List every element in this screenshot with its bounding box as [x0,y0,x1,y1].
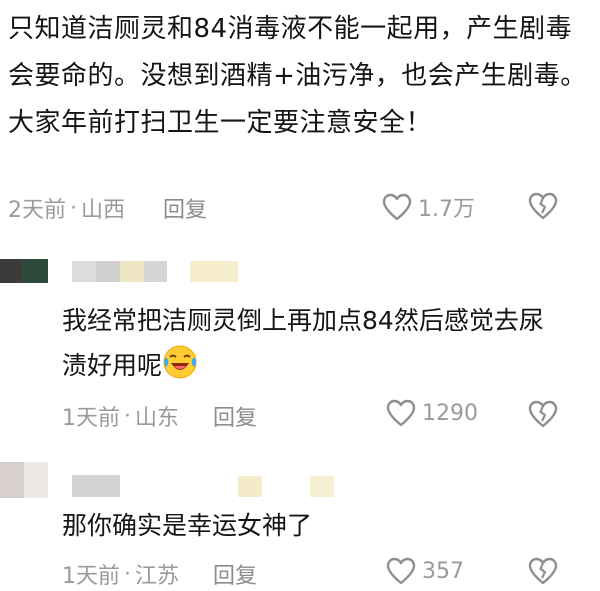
like-count: 1.7万 [418,197,475,222]
reply-location: 山东 [135,406,180,431]
username-mosaic[interactable] [72,261,167,282]
reply-text: 那你确实是幸运女神了 [62,503,562,548]
like-button[interactable]: 1290 [386,399,478,427]
user-badge [238,476,334,497]
avatar[interactable] [0,259,48,283]
dislike-button[interactable] [528,400,558,432]
broken-heart-icon [528,192,558,220]
dislike-button[interactable] [528,557,558,589]
username-mosaic[interactable] [72,475,120,497]
meta-separator: · [124,403,131,429]
like-count: 1290 [422,400,478,426]
reply-time: 1天前 [62,564,120,589]
reply-text: 我经常把洁厕灵倒上再加点84然后感觉去尿渍好用呢 [62,298,562,388]
reply-button[interactable]: 回复 [163,192,207,224]
broken-heart-icon [528,400,558,428]
reply-meta: 1天前 · 山东 回复 [62,399,257,433]
reply-text-content: 那你确实是幸运女神了 [62,511,313,540]
laugh-cry-emoji [163,345,197,379]
comment-location: 山西 [81,198,126,223]
reply-meta: 1天前 · 江苏 回复 [62,557,257,591]
like-count: 357 [422,558,464,584]
broken-heart-icon [528,557,558,585]
reply-time: 1天前 [62,406,120,431]
avatar[interactable] [0,462,48,498]
main-comment-meta: 2天前 · 山西 回复 [8,191,207,225]
dislike-button[interactable] [528,192,558,224]
reply-text-content: 我经常把洁厕灵倒上再加点84然后感觉去尿渍好用呢 [62,306,544,380]
reply-button[interactable]: 回复 [213,558,257,590]
main-comment: 只知道洁厕灵和84消毒液不能一起用，产生剧毒会要命的。没想到酒精+油污净，也会产… [8,6,588,147]
heart-icon [386,557,416,585]
comment-time: 2天前 [8,198,66,223]
reply-button[interactable]: 回复 [213,400,257,432]
main-comment-text: 只知道洁厕灵和84消毒液不能一起用，产生剧毒会要命的。没想到酒精+油污净，也会产… [8,14,587,138]
reply-location: 江苏 [135,564,180,589]
user-badge [190,261,238,282]
like-button[interactable]: 1.7万 [382,191,475,223]
heart-icon [382,193,412,221]
meta-separator: · [124,561,131,587]
heart-icon [386,399,416,427]
meta-separator: · [70,195,77,221]
like-button[interactable]: 357 [386,557,464,585]
